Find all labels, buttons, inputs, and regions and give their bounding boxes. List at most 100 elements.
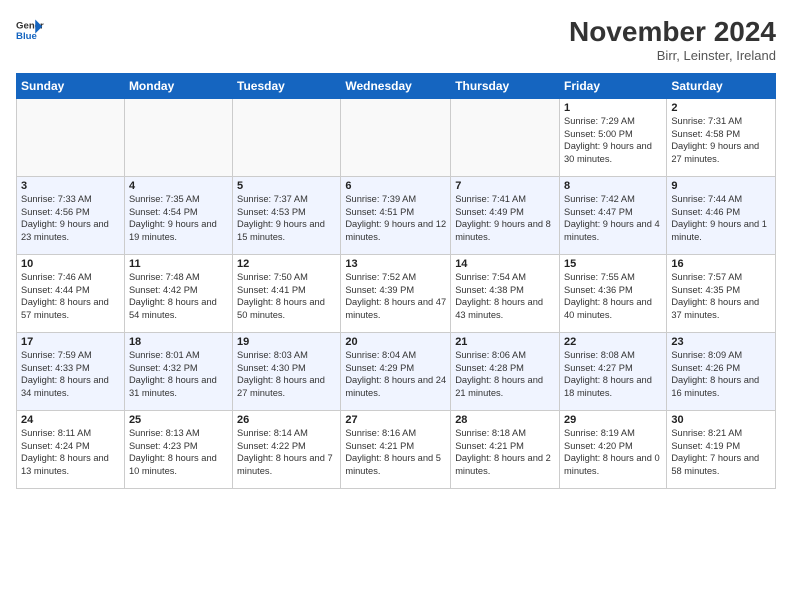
day-info: Sunrise: 8:14 AM Sunset: 4:22 PM Dayligh… bbox=[237, 427, 336, 477]
table-row: 16Sunrise: 7:57 AM Sunset: 4:35 PM Dayli… bbox=[667, 255, 776, 333]
day-info: Sunrise: 7:52 AM Sunset: 4:39 PM Dayligh… bbox=[345, 271, 446, 321]
title-block: November 2024 Birr, Leinster, Ireland bbox=[569, 16, 776, 63]
day-info: Sunrise: 7:55 AM Sunset: 4:36 PM Dayligh… bbox=[564, 271, 662, 321]
table-row: 1Sunrise: 7:29 AM Sunset: 5:00 PM Daylig… bbox=[560, 99, 667, 177]
location: Birr, Leinster, Ireland bbox=[569, 48, 776, 63]
day-number: 9 bbox=[671, 180, 771, 192]
day-number: 14 bbox=[455, 258, 555, 270]
day-info: Sunrise: 7:39 AM Sunset: 4:51 PM Dayligh… bbox=[345, 193, 446, 243]
day-info: Sunrise: 8:11 AM Sunset: 4:24 PM Dayligh… bbox=[21, 427, 120, 477]
day-info: Sunrise: 8:01 AM Sunset: 4:32 PM Dayligh… bbox=[129, 349, 228, 399]
day-number: 15 bbox=[564, 258, 662, 270]
day-number: 30 bbox=[671, 414, 771, 426]
table-row: 19Sunrise: 8:03 AM Sunset: 4:30 PM Dayli… bbox=[233, 333, 341, 411]
day-number: 7 bbox=[455, 180, 555, 192]
table-row: 10Sunrise: 7:46 AM Sunset: 4:44 PM Dayli… bbox=[17, 255, 125, 333]
day-number: 21 bbox=[455, 336, 555, 348]
day-info: Sunrise: 7:54 AM Sunset: 4:38 PM Dayligh… bbox=[455, 271, 555, 321]
day-info: Sunrise: 8:13 AM Sunset: 4:23 PM Dayligh… bbox=[129, 427, 228, 477]
table-row: 26Sunrise: 8:14 AM Sunset: 4:22 PM Dayli… bbox=[233, 411, 341, 489]
day-number: 12 bbox=[237, 258, 336, 270]
col-wednesday: Wednesday bbox=[341, 74, 451, 99]
day-info: Sunrise: 7:37 AM Sunset: 4:53 PM Dayligh… bbox=[237, 193, 336, 243]
svg-text:Blue: Blue bbox=[16, 31, 37, 42]
day-number: 4 bbox=[129, 180, 228, 192]
day-number: 26 bbox=[237, 414, 336, 426]
day-number: 24 bbox=[21, 414, 120, 426]
calendar-week-row: 10Sunrise: 7:46 AM Sunset: 4:44 PM Dayli… bbox=[17, 255, 776, 333]
table-row: 18Sunrise: 8:01 AM Sunset: 4:32 PM Dayli… bbox=[124, 333, 232, 411]
table-row: 29Sunrise: 8:19 AM Sunset: 4:20 PM Dayli… bbox=[560, 411, 667, 489]
day-number: 2 bbox=[671, 102, 771, 114]
table-row bbox=[233, 99, 341, 177]
day-number: 27 bbox=[345, 414, 446, 426]
table-row: 5Sunrise: 7:37 AM Sunset: 4:53 PM Daylig… bbox=[233, 177, 341, 255]
col-tuesday: Tuesday bbox=[233, 74, 341, 99]
calendar-week-row: 1Sunrise: 7:29 AM Sunset: 5:00 PM Daylig… bbox=[17, 99, 776, 177]
table-row: 30Sunrise: 8:21 AM Sunset: 4:19 PM Dayli… bbox=[667, 411, 776, 489]
day-number: 23 bbox=[671, 336, 771, 348]
day-info: Sunrise: 7:41 AM Sunset: 4:49 PM Dayligh… bbox=[455, 193, 555, 243]
day-number: 3 bbox=[21, 180, 120, 192]
table-row: 12Sunrise: 7:50 AM Sunset: 4:41 PM Dayli… bbox=[233, 255, 341, 333]
day-info: Sunrise: 7:48 AM Sunset: 4:42 PM Dayligh… bbox=[129, 271, 228, 321]
day-number: 17 bbox=[21, 336, 120, 348]
day-info: Sunrise: 7:35 AM Sunset: 4:54 PM Dayligh… bbox=[129, 193, 228, 243]
day-info: Sunrise: 8:16 AM Sunset: 4:21 PM Dayligh… bbox=[345, 427, 446, 477]
table-row: 21Sunrise: 8:06 AM Sunset: 4:28 PM Dayli… bbox=[451, 333, 560, 411]
table-row: 14Sunrise: 7:54 AM Sunset: 4:38 PM Dayli… bbox=[451, 255, 560, 333]
table-row: 24Sunrise: 8:11 AM Sunset: 4:24 PM Dayli… bbox=[17, 411, 125, 489]
day-number: 22 bbox=[564, 336, 662, 348]
day-info: Sunrise: 7:44 AM Sunset: 4:46 PM Dayligh… bbox=[671, 193, 771, 243]
calendar-table: Sunday Monday Tuesday Wednesday Thursday… bbox=[16, 73, 776, 489]
day-info: Sunrise: 8:06 AM Sunset: 4:28 PM Dayligh… bbox=[455, 349, 555, 399]
table-row: 11Sunrise: 7:48 AM Sunset: 4:42 PM Dayli… bbox=[124, 255, 232, 333]
table-row: 25Sunrise: 8:13 AM Sunset: 4:23 PM Dayli… bbox=[124, 411, 232, 489]
day-info: Sunrise: 7:33 AM Sunset: 4:56 PM Dayligh… bbox=[21, 193, 120, 243]
month-title: November 2024 bbox=[569, 16, 776, 48]
calendar-week-row: 3Sunrise: 7:33 AM Sunset: 4:56 PM Daylig… bbox=[17, 177, 776, 255]
day-info: Sunrise: 7:59 AM Sunset: 4:33 PM Dayligh… bbox=[21, 349, 120, 399]
table-row: 7Sunrise: 7:41 AM Sunset: 4:49 PM Daylig… bbox=[451, 177, 560, 255]
calendar-week-row: 17Sunrise: 7:59 AM Sunset: 4:33 PM Dayli… bbox=[17, 333, 776, 411]
table-row: 3Sunrise: 7:33 AM Sunset: 4:56 PM Daylig… bbox=[17, 177, 125, 255]
col-thursday: Thursday bbox=[451, 74, 560, 99]
day-number: 25 bbox=[129, 414, 228, 426]
day-info: Sunrise: 8:03 AM Sunset: 4:30 PM Dayligh… bbox=[237, 349, 336, 399]
table-row: 4Sunrise: 7:35 AM Sunset: 4:54 PM Daylig… bbox=[124, 177, 232, 255]
day-info: Sunrise: 8:08 AM Sunset: 4:27 PM Dayligh… bbox=[564, 349, 662, 399]
logo: General Blue bbox=[16, 16, 44, 44]
day-info: Sunrise: 7:57 AM Sunset: 4:35 PM Dayligh… bbox=[671, 271, 771, 321]
day-info: Sunrise: 7:46 AM Sunset: 4:44 PM Dayligh… bbox=[21, 271, 120, 321]
day-info: Sunrise: 8:04 AM Sunset: 4:29 PM Dayligh… bbox=[345, 349, 446, 399]
table-row bbox=[451, 99, 560, 177]
day-info: Sunrise: 7:50 AM Sunset: 4:41 PM Dayligh… bbox=[237, 271, 336, 321]
day-number: 19 bbox=[237, 336, 336, 348]
table-row bbox=[341, 99, 451, 177]
day-info: Sunrise: 7:31 AM Sunset: 4:58 PM Dayligh… bbox=[671, 115, 771, 165]
day-info: Sunrise: 7:29 AM Sunset: 5:00 PM Dayligh… bbox=[564, 115, 662, 165]
day-number: 28 bbox=[455, 414, 555, 426]
col-friday: Friday bbox=[560, 74, 667, 99]
table-row: 22Sunrise: 8:08 AM Sunset: 4:27 PM Dayli… bbox=[560, 333, 667, 411]
day-number: 6 bbox=[345, 180, 446, 192]
day-number: 8 bbox=[564, 180, 662, 192]
day-info: Sunrise: 8:21 AM Sunset: 4:19 PM Dayligh… bbox=[671, 427, 771, 477]
calendar-header-row: Sunday Monday Tuesday Wednesday Thursday… bbox=[17, 74, 776, 99]
col-sunday: Sunday bbox=[17, 74, 125, 99]
table-row: 13Sunrise: 7:52 AM Sunset: 4:39 PM Dayli… bbox=[341, 255, 451, 333]
table-row: 9Sunrise: 7:44 AM Sunset: 4:46 PM Daylig… bbox=[667, 177, 776, 255]
table-row: 8Sunrise: 7:42 AM Sunset: 4:47 PM Daylig… bbox=[560, 177, 667, 255]
table-row: 20Sunrise: 8:04 AM Sunset: 4:29 PM Dayli… bbox=[341, 333, 451, 411]
table-row: 15Sunrise: 7:55 AM Sunset: 4:36 PM Dayli… bbox=[560, 255, 667, 333]
table-row: 23Sunrise: 8:09 AM Sunset: 4:26 PM Dayli… bbox=[667, 333, 776, 411]
table-row: 6Sunrise: 7:39 AM Sunset: 4:51 PM Daylig… bbox=[341, 177, 451, 255]
day-number: 11 bbox=[129, 258, 228, 270]
col-monday: Monday bbox=[124, 74, 232, 99]
day-number: 13 bbox=[345, 258, 446, 270]
day-number: 1 bbox=[564, 102, 662, 114]
day-info: Sunrise: 7:42 AM Sunset: 4:47 PM Dayligh… bbox=[564, 193, 662, 243]
day-number: 18 bbox=[129, 336, 228, 348]
day-number: 16 bbox=[671, 258, 771, 270]
table-row: 2Sunrise: 7:31 AM Sunset: 4:58 PM Daylig… bbox=[667, 99, 776, 177]
